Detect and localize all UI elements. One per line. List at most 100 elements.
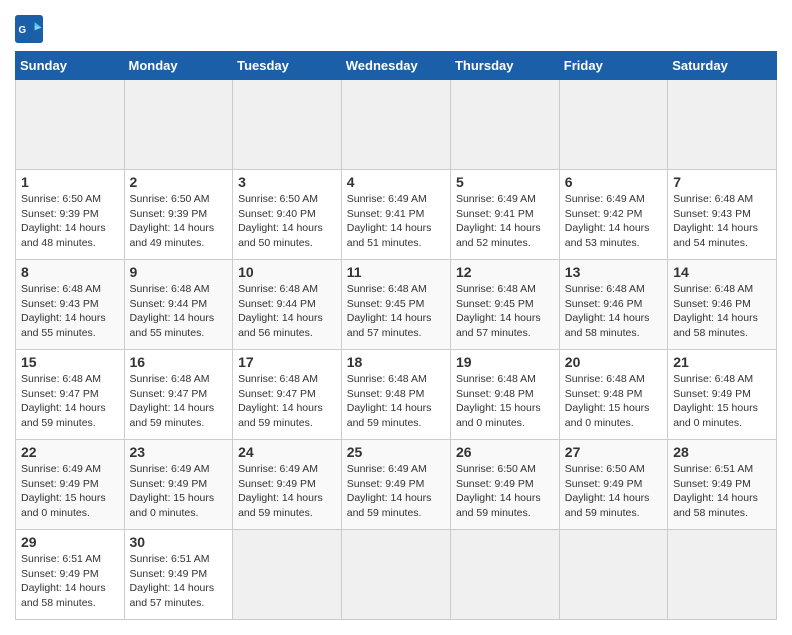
day-of-week-header: Sunday	[16, 52, 125, 80]
calendar-day-cell: 27Sunrise: 6:50 AMSunset: 9:49 PMDayligh…	[559, 440, 667, 530]
calendar-day-cell: 25Sunrise: 6:49 AMSunset: 9:49 PMDayligh…	[341, 440, 450, 530]
day-number: 13	[565, 264, 662, 280]
day-number: 26	[456, 444, 554, 460]
day-number: 28	[673, 444, 771, 460]
day-number: 3	[238, 174, 336, 190]
day-info: Sunrise: 6:48 AMSunset: 9:47 PMDaylight:…	[238, 372, 336, 431]
day-info: Sunrise: 6:51 AMSunset: 9:49 PMDaylight:…	[673, 462, 771, 521]
day-of-week-header: Wednesday	[341, 52, 450, 80]
day-number: 9	[130, 264, 228, 280]
day-info: Sunrise: 6:48 AMSunset: 9:49 PMDaylight:…	[673, 372, 771, 431]
calendar-day-cell: 24 Sunrise: 6:49 AMSunset: 9:49 PMDayligh…	[233, 440, 342, 530]
day-info: Sunrise: 6:48 AMSunset: 9:44 PMDaylight:…	[130, 282, 228, 341]
day-info: Sunrise: 6:48 AMSunset: 9:48 PMDaylight:…	[565, 372, 662, 431]
day-info: Sunrise: 6:48 AMSunset: 9:43 PMDaylight:…	[21, 282, 119, 341]
day-info: Sunrise: 6:48 AMSunset: 9:43 PMDaylight:…	[673, 192, 771, 251]
calendar-week-row: 29 Sunrise: 6:51 AMSunset: 9:49 PMDayligh…	[16, 530, 777, 620]
calendar-day-cell: 12Sunrise: 6:48 AMSunset: 9:45 PMDayligh…	[450, 260, 559, 350]
day-number: 4	[347, 174, 445, 190]
day-info: Sunrise: 6:49 AMSunset: 9:42 PMDaylight:…	[565, 192, 662, 251]
day-number: 5	[456, 174, 554, 190]
calendar-week-row	[16, 80, 777, 170]
calendar-day-cell: 20Sunrise: 6:48 AMSunset: 9:48 PMDayligh…	[559, 350, 667, 440]
day-info: Sunrise: 6:49 AMSunset: 9:41 PMDaylight:…	[347, 192, 445, 251]
calendar-day-cell: 22Sunrise: 6:49 AMSunset: 9:49 PMDayligh…	[16, 440, 125, 530]
calendar-day-cell	[341, 80, 450, 170]
day-info: Sunrise: 6:51 AMSunset: 9:49 PMDaylight:…	[21, 552, 119, 611]
calendar-day-cell: 2Sunrise: 6:50 AMSunset: 9:39 PMDaylight…	[124, 170, 233, 260]
day-number: 19	[456, 354, 554, 370]
calendar-day-cell: 15Sunrise: 6:48 AMSunset: 9:47 PMDayligh…	[16, 350, 125, 440]
calendar-day-cell: 18Sunrise: 6:48 AMSunset: 9:48 PMDayligh…	[341, 350, 450, 440]
calendar-day-cell	[233, 80, 342, 170]
calendar-day-cell	[450, 80, 559, 170]
calendar-day-cell: 6 Sunrise: 6:49 AMSunset: 9:42 PMDaylight…	[559, 170, 667, 260]
day-info: Sunrise: 6:48 AMSunset: 9:47 PMDaylight:…	[130, 372, 228, 431]
calendar-table: SundayMondayTuesdayWednesdayThursdayFrid…	[15, 51, 777, 620]
day-number: 10	[238, 264, 336, 280]
day-number: 1	[21, 174, 119, 190]
day-number: 18	[347, 354, 445, 370]
calendar-day-cell: 17 Sunrise: 6:48 AMSunset: 9:47 PMDayligh…	[233, 350, 342, 440]
day-number: 14	[673, 264, 771, 280]
day-number: 16	[130, 354, 228, 370]
day-info: Sunrise: 6:49 AMSunset: 9:49 PMDaylight:…	[347, 462, 445, 521]
calendar-day-cell	[124, 80, 233, 170]
logo-icon: G	[15, 15, 43, 43]
calendar-day-cell	[16, 80, 125, 170]
day-number: 12	[456, 264, 554, 280]
day-info: Sunrise: 6:48 AMSunset: 9:44 PMDaylight:…	[238, 282, 336, 341]
day-info: Sunrise: 6:48 AMSunset: 9:45 PMDaylight:…	[347, 282, 445, 341]
logo: G	[15, 15, 47, 43]
calendar-day-cell: 19 Sunrise: 6:48 AMSunset: 9:48 PMDayligh…	[450, 350, 559, 440]
calendar-day-cell: 30 Sunrise: 6:51 AMSunset: 9:49 PMDayligh…	[124, 530, 233, 620]
calendar-day-cell: 21 Sunrise: 6:48 AMSunset: 9:49 PMDayligh…	[668, 350, 777, 440]
calendar-day-cell: 26 Sunrise: 6:50 AMSunset: 9:49 PMDayligh…	[450, 440, 559, 530]
day-number: 24	[238, 444, 336, 460]
calendar-day-cell: 23 Sunrise: 6:49 AMSunset: 9:49 PMDayligh…	[124, 440, 233, 530]
day-info: Sunrise: 6:50 AMSunset: 9:40 PMDaylight:…	[238, 192, 336, 251]
calendar-day-cell: 7 Sunrise: 6:48 AMSunset: 9:43 PMDaylight…	[668, 170, 777, 260]
calendar-day-cell: 28 Sunrise: 6:51 AMSunset: 9:49 PMDayligh…	[668, 440, 777, 530]
day-info: Sunrise: 6:48 AMSunset: 9:46 PMDaylight:…	[673, 282, 771, 341]
day-number: 23	[130, 444, 228, 460]
day-number: 7	[673, 174, 771, 190]
calendar-day-cell: 10 Sunrise: 6:48 AMSunset: 9:44 PMDayligh…	[233, 260, 342, 350]
day-number: 21	[673, 354, 771, 370]
calendar-day-cell: 5Sunrise: 6:49 AMSunset: 9:41 PMDaylight…	[450, 170, 559, 260]
day-of-week-header: Saturday	[668, 52, 777, 80]
calendar-day-cell	[668, 530, 777, 620]
calendar-day-cell: 11Sunrise: 6:48 AMSunset: 9:45 PMDayligh…	[341, 260, 450, 350]
day-of-week-header: Friday	[559, 52, 667, 80]
day-info: Sunrise: 6:51 AMSunset: 9:49 PMDaylight:…	[130, 552, 228, 611]
calendar-week-row: 22Sunrise: 6:49 AMSunset: 9:49 PMDayligh…	[16, 440, 777, 530]
day-info: Sunrise: 6:49 AMSunset: 9:49 PMDaylight:…	[238, 462, 336, 521]
calendar-day-cell	[233, 530, 342, 620]
calendar-day-cell	[450, 530, 559, 620]
calendar-day-cell: 8Sunrise: 6:48 AMSunset: 9:43 PMDaylight…	[16, 260, 125, 350]
day-of-week-header: Monday	[124, 52, 233, 80]
calendar-day-cell	[559, 530, 667, 620]
day-number: 6	[565, 174, 662, 190]
day-info: Sunrise: 6:49 AMSunset: 9:49 PMDaylight:…	[130, 462, 228, 521]
day-of-week-header: Thursday	[450, 52, 559, 80]
day-info: Sunrise: 6:49 AMSunset: 9:49 PMDaylight:…	[21, 462, 119, 521]
calendar-day-cell: 29 Sunrise: 6:51 AMSunset: 9:49 PMDayligh…	[16, 530, 125, 620]
calendar-header-row: SundayMondayTuesdayWednesdayThursdayFrid…	[16, 52, 777, 80]
calendar-day-cell	[341, 530, 450, 620]
calendar-week-row: 15Sunrise: 6:48 AMSunset: 9:47 PMDayligh…	[16, 350, 777, 440]
day-number: 17	[238, 354, 336, 370]
day-info: Sunrise: 6:50 AMSunset: 9:49 PMDaylight:…	[456, 462, 554, 521]
day-info: Sunrise: 6:50 AMSunset: 9:39 PMDaylight:…	[130, 192, 228, 251]
day-number: 29	[21, 534, 119, 550]
calendar-week-row: 8Sunrise: 6:48 AMSunset: 9:43 PMDaylight…	[16, 260, 777, 350]
day-number: 30	[130, 534, 228, 550]
day-number: 27	[565, 444, 662, 460]
calendar-day-cell: 4 Sunrise: 6:49 AMSunset: 9:41 PMDaylight…	[341, 170, 450, 260]
calendar-day-cell	[559, 80, 667, 170]
calendar-day-cell: 1Sunrise: 6:50 AMSunset: 9:39 PMDaylight…	[16, 170, 125, 260]
day-of-week-header: Tuesday	[233, 52, 342, 80]
calendar-day-cell	[668, 80, 777, 170]
day-info: Sunrise: 6:48 AMSunset: 9:48 PMDaylight:…	[456, 372, 554, 431]
day-info: Sunrise: 6:48 AMSunset: 9:47 PMDaylight:…	[21, 372, 119, 431]
